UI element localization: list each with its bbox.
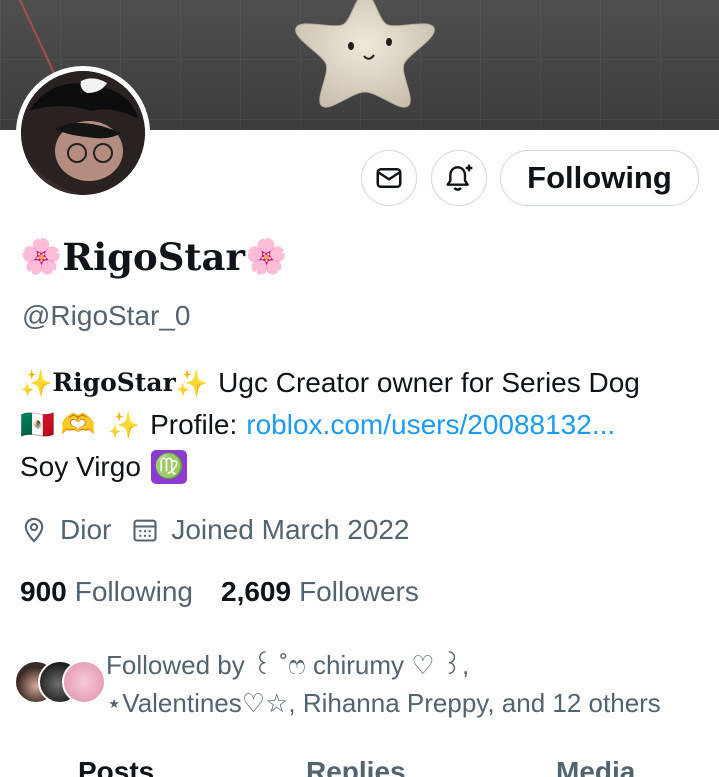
heart-hands-icon: 🫶	[60, 409, 96, 440]
sparkles-icon: ✨	[20, 368, 53, 398]
following-count-link[interactable]: 900 Following	[20, 576, 193, 608]
bio-name: RigoStar	[52, 368, 176, 397]
star-mascot-image	[295, 0, 435, 108]
avatar-photo	[21, 71, 145, 195]
display-name-text: RigoStar	[62, 235, 245, 279]
bio-line-3: Soy Virgo ♍	[20, 446, 710, 488]
avatar	[62, 660, 106, 704]
bio-line-1: ✨ RigoStar ✨ Ugc Creator owner for Serie…	[20, 362, 710, 404]
bio-line-2: 🇲🇽 🫶 ✨ Profile: roblox.com/users/2008813…	[20, 404, 710, 446]
following-label: Following	[74, 576, 193, 607]
avatar[interactable]	[16, 66, 150, 200]
followers-label: Followers	[299, 576, 419, 607]
user-handle: @RigoStar_0	[22, 300, 191, 331]
bell-plus-icon	[446, 164, 473, 191]
virgo-icon: ♍	[150, 450, 187, 484]
profile-bio: ✨ RigoStar ✨ Ugc Creator owner for Serie…	[20, 362, 710, 488]
following-count: 900	[20, 576, 67, 607]
bio-link[interactable]: roblox.com/users/20088132...	[246, 404, 615, 446]
message-button[interactable]	[361, 150, 417, 206]
sparkles-icon: ✨	[107, 410, 141, 440]
bio-virgo-text: Soy Virgo	[20, 451, 141, 482]
followers-count-link[interactable]: 2,609 Followers	[221, 576, 419, 608]
avatar-graphic	[21, 71, 145, 195]
profile-meta: Dior Joined March 2022	[20, 508, 430, 552]
notify-button[interactable]	[431, 150, 487, 206]
tab-media[interactable]: Media	[556, 756, 635, 777]
location-item: Dior	[20, 514, 111, 546]
followed-by[interactable]: Followed by ꒰ ˚ෆ chirumy ♡ ꒱, ⋆Valentine…	[14, 646, 714, 722]
sparkles-icon: ✨	[175, 368, 209, 398]
tab-replies[interactable]: Replies	[306, 756, 406, 777]
calendar-icon	[133, 519, 157, 542]
profile-tabs: Posts Replies Media	[0, 756, 719, 777]
flower-icon: 🌸	[244, 237, 288, 277]
following-button[interactable]: Following	[500, 150, 699, 206]
bio-text: Ugc Creator owner for Series Dog	[218, 367, 640, 398]
joined-item: Joined March 2022	[131, 514, 410, 546]
followed-by-text: Followed by ꒰ ˚ෆ chirumy ♡ ꒱, ⋆Valentine…	[106, 650, 661, 718]
location-pin-icon	[24, 517, 44, 543]
mail-icon	[376, 168, 402, 188]
follow-counts: 900 Following 2,609 Followers	[20, 570, 447, 614]
mexico-flag-icon: 🇲🇽	[20, 409, 55, 440]
joined-text: Joined March 2022	[171, 514, 410, 545]
bio-profile-label: Profile:	[150, 409, 238, 440]
location-text: Dior	[60, 514, 112, 545]
flower-icon: 🌸	[20, 237, 63, 277]
display-name: 🌸 RigoStar 🌸	[20, 232, 287, 282]
followed-by-avatars	[14, 660, 106, 706]
followers-count: 2,609	[221, 576, 292, 607]
tab-posts[interactable]: Posts	[78, 756, 154, 777]
